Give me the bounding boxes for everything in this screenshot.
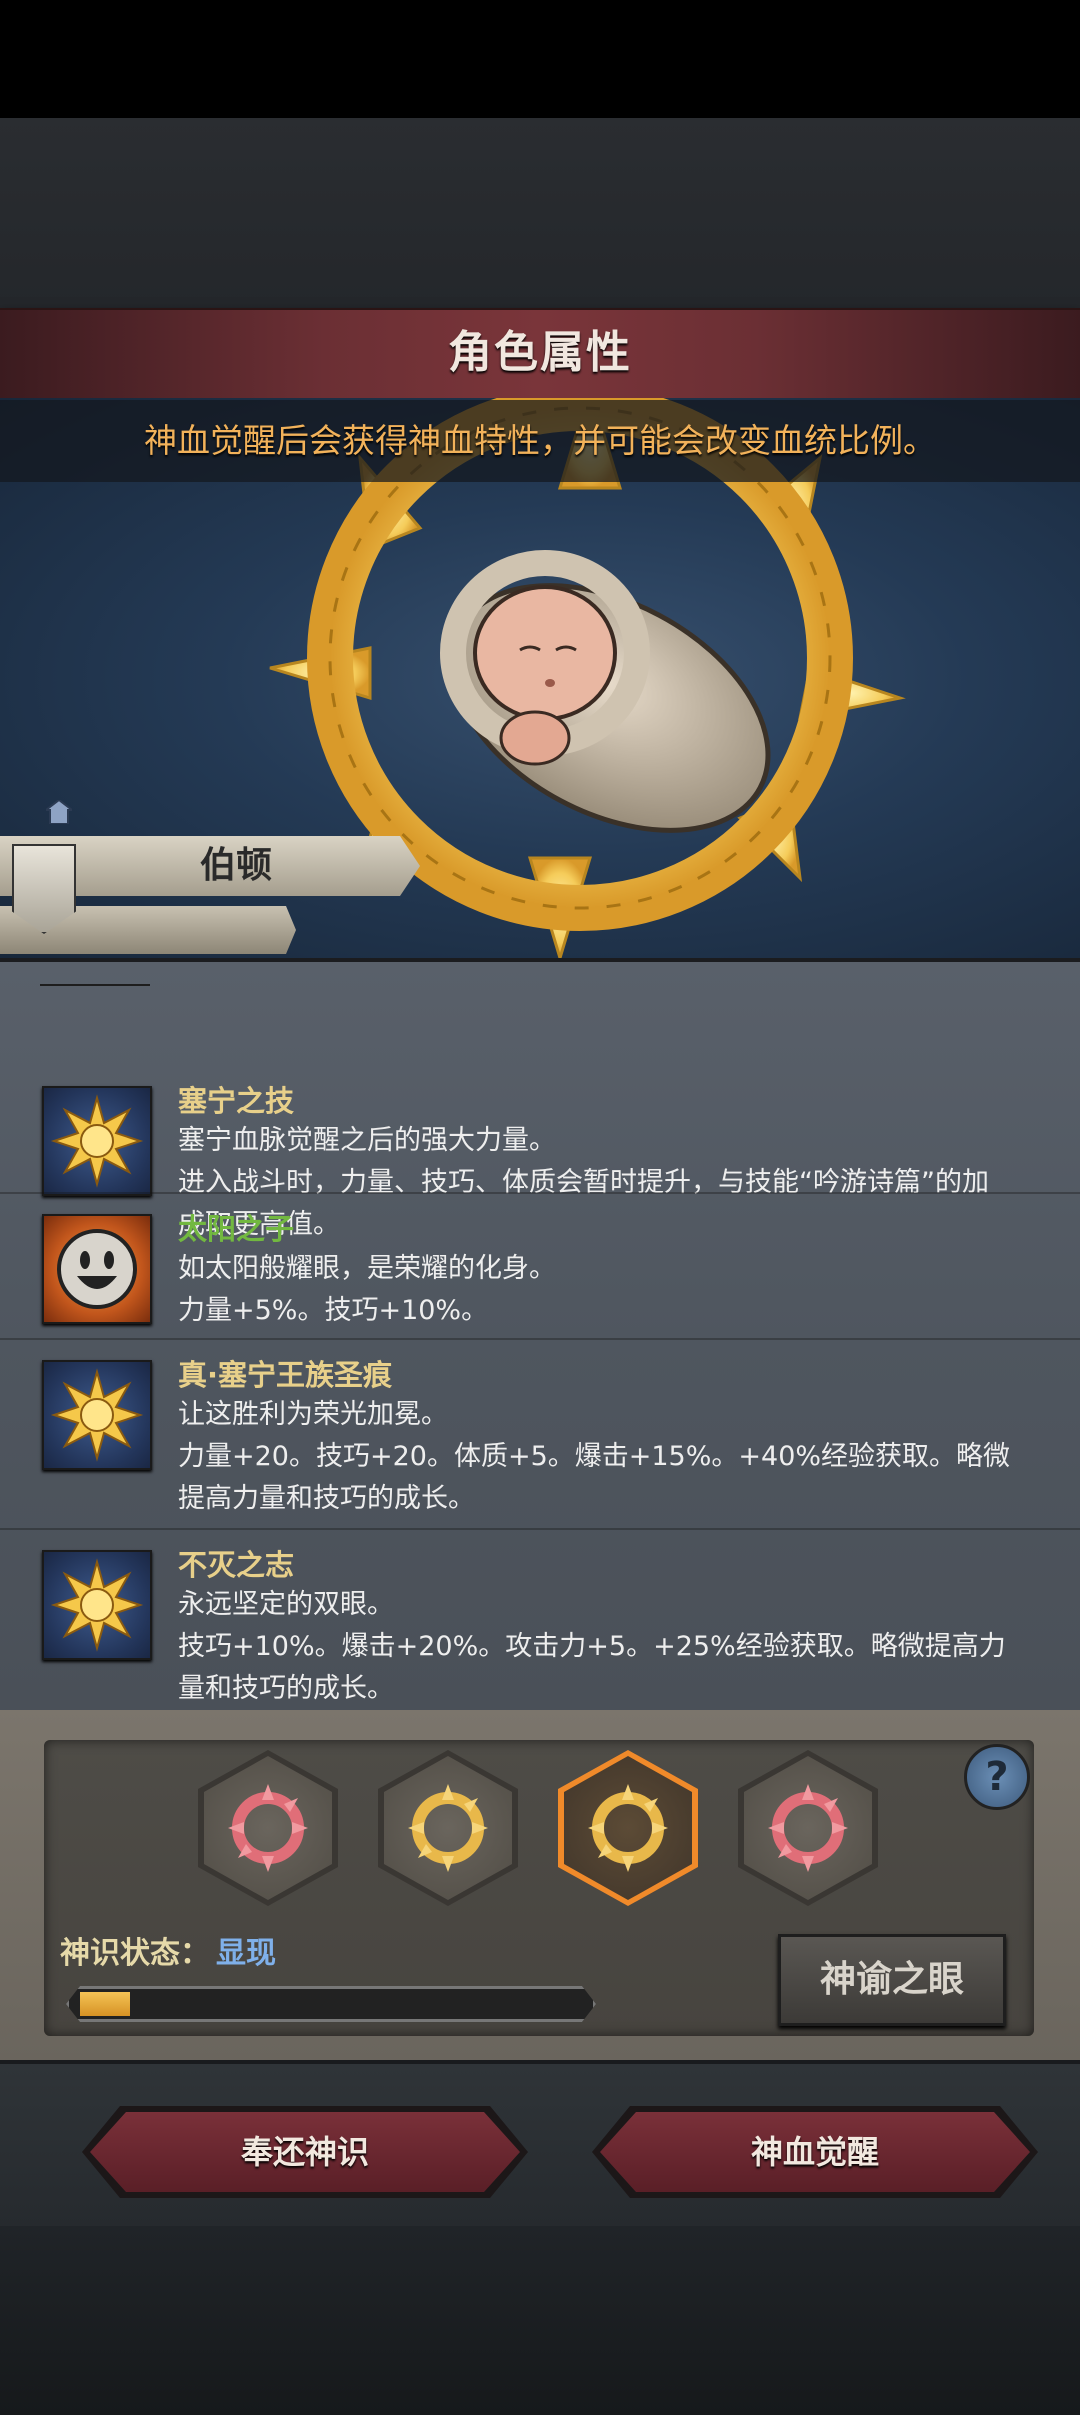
gold-sun-ring-icon: [408, 1784, 488, 1872]
divine-blood-awaken-button[interactable]: 神血觉醒: [600, 2112, 1030, 2192]
gold-sun-ring-icon: [588, 1784, 668, 1872]
golden-sun-icon: [42, 1360, 152, 1470]
trait-name: 塞宁之技: [178, 1084, 295, 1118]
trait-list[interactable]: 塞宁之技 塞宁血脉觉醒之后的强大力量。 进入战斗时，力量、技巧、体质会暂时提升，…: [0, 958, 1080, 1714]
golden-sun-icon: [42, 1550, 152, 1660]
scroll-cut-divider: [40, 984, 150, 986]
header-background: [0, 118, 1080, 308]
character-name: 伯顿: [200, 845, 273, 886]
page-title: 角色属性: [448, 327, 632, 378]
help-button[interactable]: ?: [964, 1744, 1030, 1810]
trait-description: 如太阳般耀眼，是荣耀的化身。 力量+5%。技巧+10%。: [178, 1253, 556, 1326]
bottom-background: [0, 2226, 1080, 2415]
divine-sense-progress-track: [66, 1986, 596, 2022]
divine-sense-status-value: 显现: [216, 1936, 276, 1971]
trait-name: 太阳之子: [178, 1212, 295, 1246]
awakening-info-text: 神血觉醒后会获得神血特性，并可能会改变血统比例。: [144, 421, 936, 460]
divine-sense-progress-fill: [80, 1992, 130, 2016]
home-icon[interactable]: [43, 798, 75, 825]
trait-description: 让这胜利为荣光加冕。 力量+20。技巧+20。体质+5。爆击+15%。+40%经…: [178, 1399, 1011, 1514]
trait-name: 不灭之志: [178, 1548, 295, 1582]
return-divine-sense-button[interactable]: 奉还神识: [90, 2112, 520, 2192]
divider: [0, 1528, 1080, 1530]
trait-name: 真·塞宁王族圣痕: [178, 1358, 393, 1392]
status-bar-area: [0, 0, 1080, 118]
golden-sun-icon: [42, 1086, 152, 1196]
divider: [0, 1338, 1080, 1340]
trait-description: 塞宁血脉觉醒之后的强大力量。 进入战斗时，力量、技巧、体质会暂时提升，与技能“吟…: [178, 1125, 989, 1240]
oracle-eye-button[interactable]: 神谕之眼: [778, 1934, 1006, 2026]
smiley-face-icon: [42, 1214, 152, 1324]
divider: [0, 1192, 1080, 1194]
divine-sense-status-label: 神识状态：: [60, 1936, 210, 1971]
red-sun-ring-icon: [768, 1784, 848, 1872]
trait-description: 永远坚定的双眼。 技巧+10%。爆击+20%。攻击力+5。+25%经验获取。略微…: [178, 1589, 1006, 1704]
red-sun-ring-icon: [228, 1784, 308, 1872]
